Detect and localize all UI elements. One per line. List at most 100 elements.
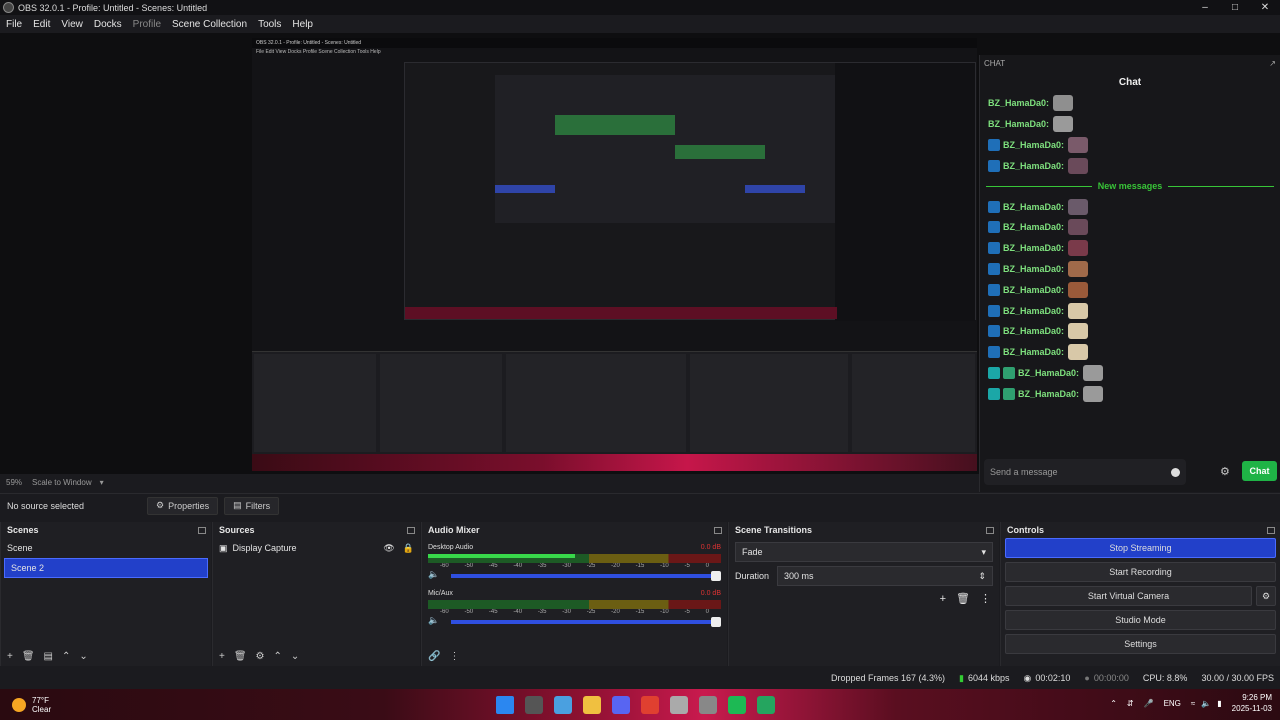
start-recording-button[interactable]: Start Recording [1005,562,1276,582]
chat-message-list[interactable]: BZ_HamaDa0: BZ_HamaDa0: BZ_HamaDa0: BZ_Hama… [980,93,1280,404]
undock-icon[interactable] [407,526,415,534]
menu-profile[interactable]: Profile [133,19,161,30]
chat-message[interactable]: BZ_HamaDa0: [980,114,1280,135]
scene-item[interactable]: Scene [1,538,211,558]
preview-canvas[interactable]: OBS 32.0.1 - Profile: Untitled - Scenes:… [252,38,977,471]
undock-icon[interactable] [198,526,206,534]
undock-icon[interactable] [1267,526,1275,534]
menu-scene-collection[interactable]: Scene Collection [172,19,247,30]
chat-username[interactable]: BZ_HamaDa0: [1003,202,1064,212]
chat-message[interactable]: BZ_HamaDa0: [980,135,1280,156]
chat-message[interactable]: BZ_HamaDa0: [980,383,1280,404]
undock-icon[interactable] [714,526,722,534]
volume-icon[interactable]: 🔈 [1201,699,1211,708]
chat-message[interactable]: BZ_HamaDa0: [980,363,1280,384]
chat-message[interactable]: BZ_HamaDa0: [980,259,1280,280]
menu-view[interactable]: View [61,19,83,30]
arrow-up-icon[interactable]: ⌃ [274,651,282,662]
studio-mode-button[interactable]: Studio Mode [1005,610,1276,630]
close-icon[interactable]: ✕ [1250,2,1280,13]
chat-message[interactable]: BZ_HamaDa0: [980,93,1280,114]
spinner-icon[interactable]: ⇕ [978,571,986,582]
filter-icon[interactable]: ▤ [44,651,53,662]
chat-popout-icon[interactable]: ↗ [1269,59,1276,73]
weather-widget[interactable]: 77°F Clear [12,696,51,714]
lock-icon[interactable]: 🔒 [403,543,414,554]
more-icon[interactable]: ⋮ [980,592,991,605]
chat-message[interactable]: BZ_HamaDa0: [980,279,1280,300]
menu-edit[interactable]: Edit [33,19,50,30]
chat-username[interactable]: BZ_HamaDa0: [1003,222,1064,232]
arrow-down-icon[interactable]: ⌄ [79,651,87,662]
wifi-icon[interactable]: ≈ [1191,699,1195,708]
start-virtual-camera-button[interactable]: Start Virtual Camera [1005,586,1252,606]
menu-file[interactable]: File [6,19,22,30]
volume-slider-knob[interactable] [711,570,721,581]
chat-message[interactable]: BZ_HamaDa0: [980,321,1280,342]
chat-username[interactable]: BZ_HamaDa0: [1003,161,1064,171]
language-indicator[interactable]: ENG [1164,699,1181,708]
settings-button[interactable]: Settings [1005,634,1276,654]
add-icon[interactable]: + [940,593,946,605]
chat-username[interactable]: BZ_HamaDa0: [988,98,1049,108]
battery-icon[interactable]: ▮ [1217,699,1221,708]
chat-message[interactable]: BZ_HamaDa0: [980,196,1280,217]
link-icon[interactable]: 🔗 [428,651,440,662]
volume-slider[interactable] [451,570,721,581]
chat-username[interactable]: BZ_HamaDa0: [1018,389,1079,399]
taskbar-app-icon[interactable] [670,696,688,714]
taskbar-app-icon[interactable] [612,696,630,714]
chat-message[interactable]: BZ_HamaDa0: [980,342,1280,363]
speaker-icon[interactable]: 🔈 [428,615,439,626]
chat-message[interactable]: BZ_HamaDa0: [980,300,1280,321]
chat-username[interactable]: BZ_HamaDa0: [988,119,1049,129]
trash-icon[interactable]: 🗑 [22,651,35,662]
taskbar-app-icon[interactable] [496,696,514,714]
taskbar-app-icon[interactable] [641,696,659,714]
stop-streaming-button[interactable]: Stop Streaming [1005,538,1276,558]
scene-item-selected[interactable]: Scene 2 [4,558,208,578]
arrow-up-icon[interactable]: ⌃ [62,651,70,662]
chat-username[interactable]: BZ_HamaDa0: [1003,285,1064,295]
mic-tray-icon[interactable]: 🎤 [1144,699,1154,708]
taskbar-app-icon[interactable] [525,696,543,714]
network-tray-icon[interactable]: ⇵ [1127,699,1134,708]
trash-icon[interactable]: 🗑 [234,651,247,662]
eye-icon[interactable]: 👁 [383,543,394,554]
add-icon[interactable]: + [219,651,225,662]
chat-username[interactable]: BZ_HamaDa0: [1003,306,1064,316]
gear-icon[interactable]: ⚙ [256,651,265,662]
chat-username[interactable]: BZ_HamaDa0: [1018,368,1079,378]
chat-message[interactable]: BZ_HamaDa0: [980,238,1280,259]
clock[interactable]: 9:26 PM 2025-11-03 [1232,692,1272,714]
chat-username[interactable]: BZ_HamaDa0: [1003,140,1064,150]
chat-username[interactable]: BZ_HamaDa0: [1003,347,1064,357]
virtual-camera-settings-icon[interactable]: ⚙ [1256,586,1276,606]
chat-username[interactable]: BZ_HamaDa0: [1003,243,1064,253]
zoom-mode[interactable]: Scale to Window [32,478,92,487]
properties-button[interactable]: ⚙ Properties [147,496,219,515]
chat-username[interactable]: BZ_HamaDa0: [1003,326,1064,336]
zoom-value[interactable]: 59% [6,478,22,487]
filters-button[interactable]: ▤ Filters [224,496,280,515]
arrow-down-icon[interactable]: ⌄ [291,651,299,662]
menu-help[interactable]: Help [292,19,313,30]
volume-slider-knob[interactable] [711,616,721,627]
duration-input[interactable]: 300 ms ⇕ [777,566,993,586]
maximize-icon[interactable]: □ [1220,2,1250,13]
chat-message[interactable]: BZ_HamaDa0: [980,217,1280,238]
chat-message[interactable]: BZ_HamaDa0: [980,155,1280,176]
undock-icon[interactable] [986,526,994,534]
add-icon[interactable]: + [7,651,13,662]
minimize-icon[interactable]: – [1190,2,1220,13]
menu-tools[interactable]: Tools [258,19,281,30]
volume-slider[interactable] [451,616,721,627]
taskbar-app-icon[interactable] [554,696,572,714]
more-icon[interactable]: ⋮ [449,651,459,662]
speaker-icon[interactable]: 🔈 [428,569,439,580]
transition-select[interactable]: Fade ▾ [735,542,993,562]
taskbar-app-icon[interactable] [757,696,775,714]
chevron-up-icon[interactable]: ⌃ [1110,699,1117,708]
taskbar-app-icon[interactable] [728,696,746,714]
taskbar-app-icon[interactable] [699,696,717,714]
